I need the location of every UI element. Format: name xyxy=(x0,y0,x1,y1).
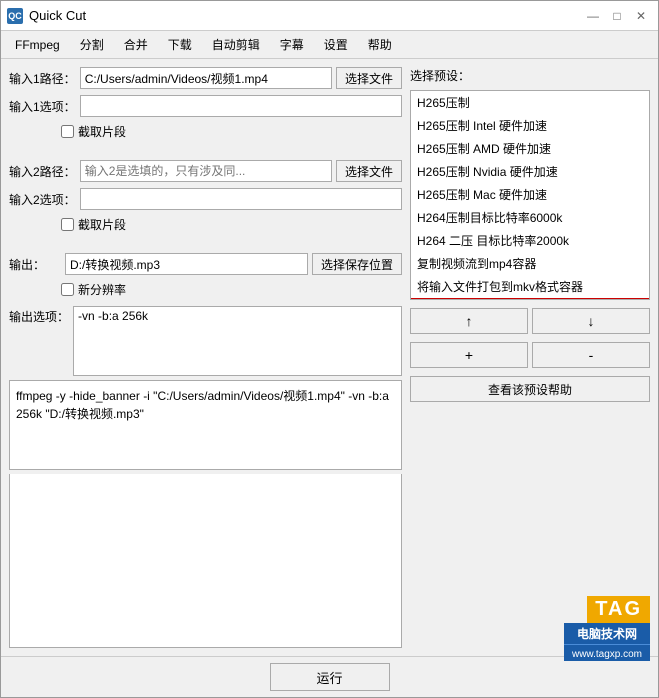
input1-path-label: 输入1路径： xyxy=(9,70,76,87)
clip-segment1-row: 截取片段 xyxy=(61,123,402,140)
watermark-subtitle: 电脑技术网 xyxy=(577,627,637,641)
window-title: Quick Cut xyxy=(29,8,86,23)
preset-item-8[interactable]: 将输入文件打包到mkv格式容器 xyxy=(411,275,649,298)
maximize-button[interactable]: □ xyxy=(606,6,628,26)
menu-bar: FFmpeg 分割 合并 下载 自动剪辑 字幕 设置 帮助 xyxy=(1,31,658,59)
preset-item-5[interactable]: H264压制目标比特率6000k xyxy=(411,206,649,229)
preset-item-2[interactable]: H265压制 AMD 硬件加速 xyxy=(411,137,649,160)
preset-add-remove-buttons: + - xyxy=(410,342,650,368)
input2-path-label: 输入2路径： xyxy=(9,163,76,180)
input1-path-row: 输入1路径： 选择文件 xyxy=(9,67,402,89)
run-button[interactable]: 运行 xyxy=(270,663,390,691)
preset-help-button[interactable]: 查看该预设帮助 xyxy=(410,376,650,402)
new-resolution-row: 新分辨率 xyxy=(61,281,402,298)
menu-auto-edit[interactable]: 自动剪辑 xyxy=(202,32,270,57)
watermark-tag: TAG xyxy=(595,598,642,621)
clip-segment1-label: 截取片段 xyxy=(78,123,126,140)
command-display: ffmpeg -y -hide_banner -i "C:/Users/admi… xyxy=(9,380,402,470)
input1-options-label: 输入1选项： xyxy=(9,98,76,115)
menu-split[interactable]: 分割 xyxy=(70,32,114,57)
clip-segment2-checkbox[interactable] xyxy=(61,218,74,231)
preset-item-1[interactable]: H265压制 Intel 硬件加速 xyxy=(411,114,649,137)
menu-merge[interactable]: 合并 xyxy=(114,32,158,57)
title-bar: QC Quick Cut — □ ✕ xyxy=(1,1,658,31)
close-button[interactable]: ✕ xyxy=(630,6,652,26)
menu-subtitle[interactable]: 字幕 xyxy=(270,32,314,57)
preset-item-3[interactable]: H265压制 Nvidia 硬件加速 xyxy=(411,160,649,183)
select-file2-button[interactable]: 选择文件 xyxy=(336,160,402,182)
preset-list: H265压制 H265压制 Intel 硬件加速 H265压制 AMD 硬件加速… xyxy=(410,90,650,300)
preset-item-9[interactable]: 转码到mp3格式 xyxy=(411,298,649,300)
input2-options-row: 输入2选项： xyxy=(9,188,402,210)
menu-help[interactable]: 帮助 xyxy=(358,32,402,57)
preset-arrow-buttons: ↑ ↓ xyxy=(410,308,650,334)
output-field[interactable] xyxy=(65,253,308,275)
clip-segment1-checkbox[interactable] xyxy=(61,125,74,138)
output-row: 输出： 选择保存位置 xyxy=(9,253,402,275)
preset-item-0[interactable]: H265压制 xyxy=(411,91,649,114)
remove-preset-button[interactable]: - xyxy=(532,342,650,368)
input2-options-field[interactable] xyxy=(80,188,402,210)
menu-ffmpeg[interactable]: FFmpeg xyxy=(5,34,70,56)
input1-options-row: 输入1选项： xyxy=(9,95,402,117)
watermark-url: www.tagxp.com xyxy=(572,649,642,660)
new-resolution-label: 新分辨率 xyxy=(78,281,126,298)
select-save-button[interactable]: 选择保存位置 xyxy=(312,253,402,275)
window-controls: — □ ✕ xyxy=(582,6,652,26)
output-options-section: 输出选项： -vn -b:a 256k xyxy=(9,306,402,376)
output-label: 输出： xyxy=(9,256,61,273)
input2-path-row: 输入2路径： 选择文件 xyxy=(9,160,402,182)
output-options-label: 输出选项： xyxy=(9,306,69,325)
bottom-bar: 运行 xyxy=(1,656,658,697)
preset-label: 选择预设： xyxy=(410,67,650,84)
input2-options-label: 输入2选项： xyxy=(9,191,76,208)
minimize-button[interactable]: — xyxy=(582,6,604,26)
input2-path-field[interactable] xyxy=(80,160,332,182)
input1-options-field[interactable] xyxy=(80,95,402,117)
new-resolution-checkbox[interactable] xyxy=(61,283,74,296)
add-preset-button[interactable]: + xyxy=(410,342,528,368)
move-down-button[interactable]: ↓ xyxy=(532,308,650,334)
preset-item-6[interactable]: H264 二压 目标比特率2000k xyxy=(411,229,649,252)
menu-settings[interactable]: 设置 xyxy=(314,32,358,57)
preset-item-7[interactable]: 复制视频流到mp4容器 xyxy=(411,252,649,275)
menu-download[interactable]: 下载 xyxy=(158,32,202,57)
app-icon: QC xyxy=(7,8,23,24)
move-up-button[interactable]: ↑ xyxy=(410,308,528,334)
clip-segment2-label: 截取片段 xyxy=(78,216,126,233)
command-area-extra xyxy=(9,474,402,648)
output-options-textarea[interactable]: -vn -b:a 256k xyxy=(73,306,402,376)
clip-segment2-row: 截取片段 xyxy=(61,216,402,233)
preset-item-4[interactable]: H265压制 Mac 硬件加速 xyxy=(411,183,649,206)
select-file1-button[interactable]: 选择文件 xyxy=(336,67,402,89)
input1-path-field[interactable] xyxy=(80,67,332,89)
